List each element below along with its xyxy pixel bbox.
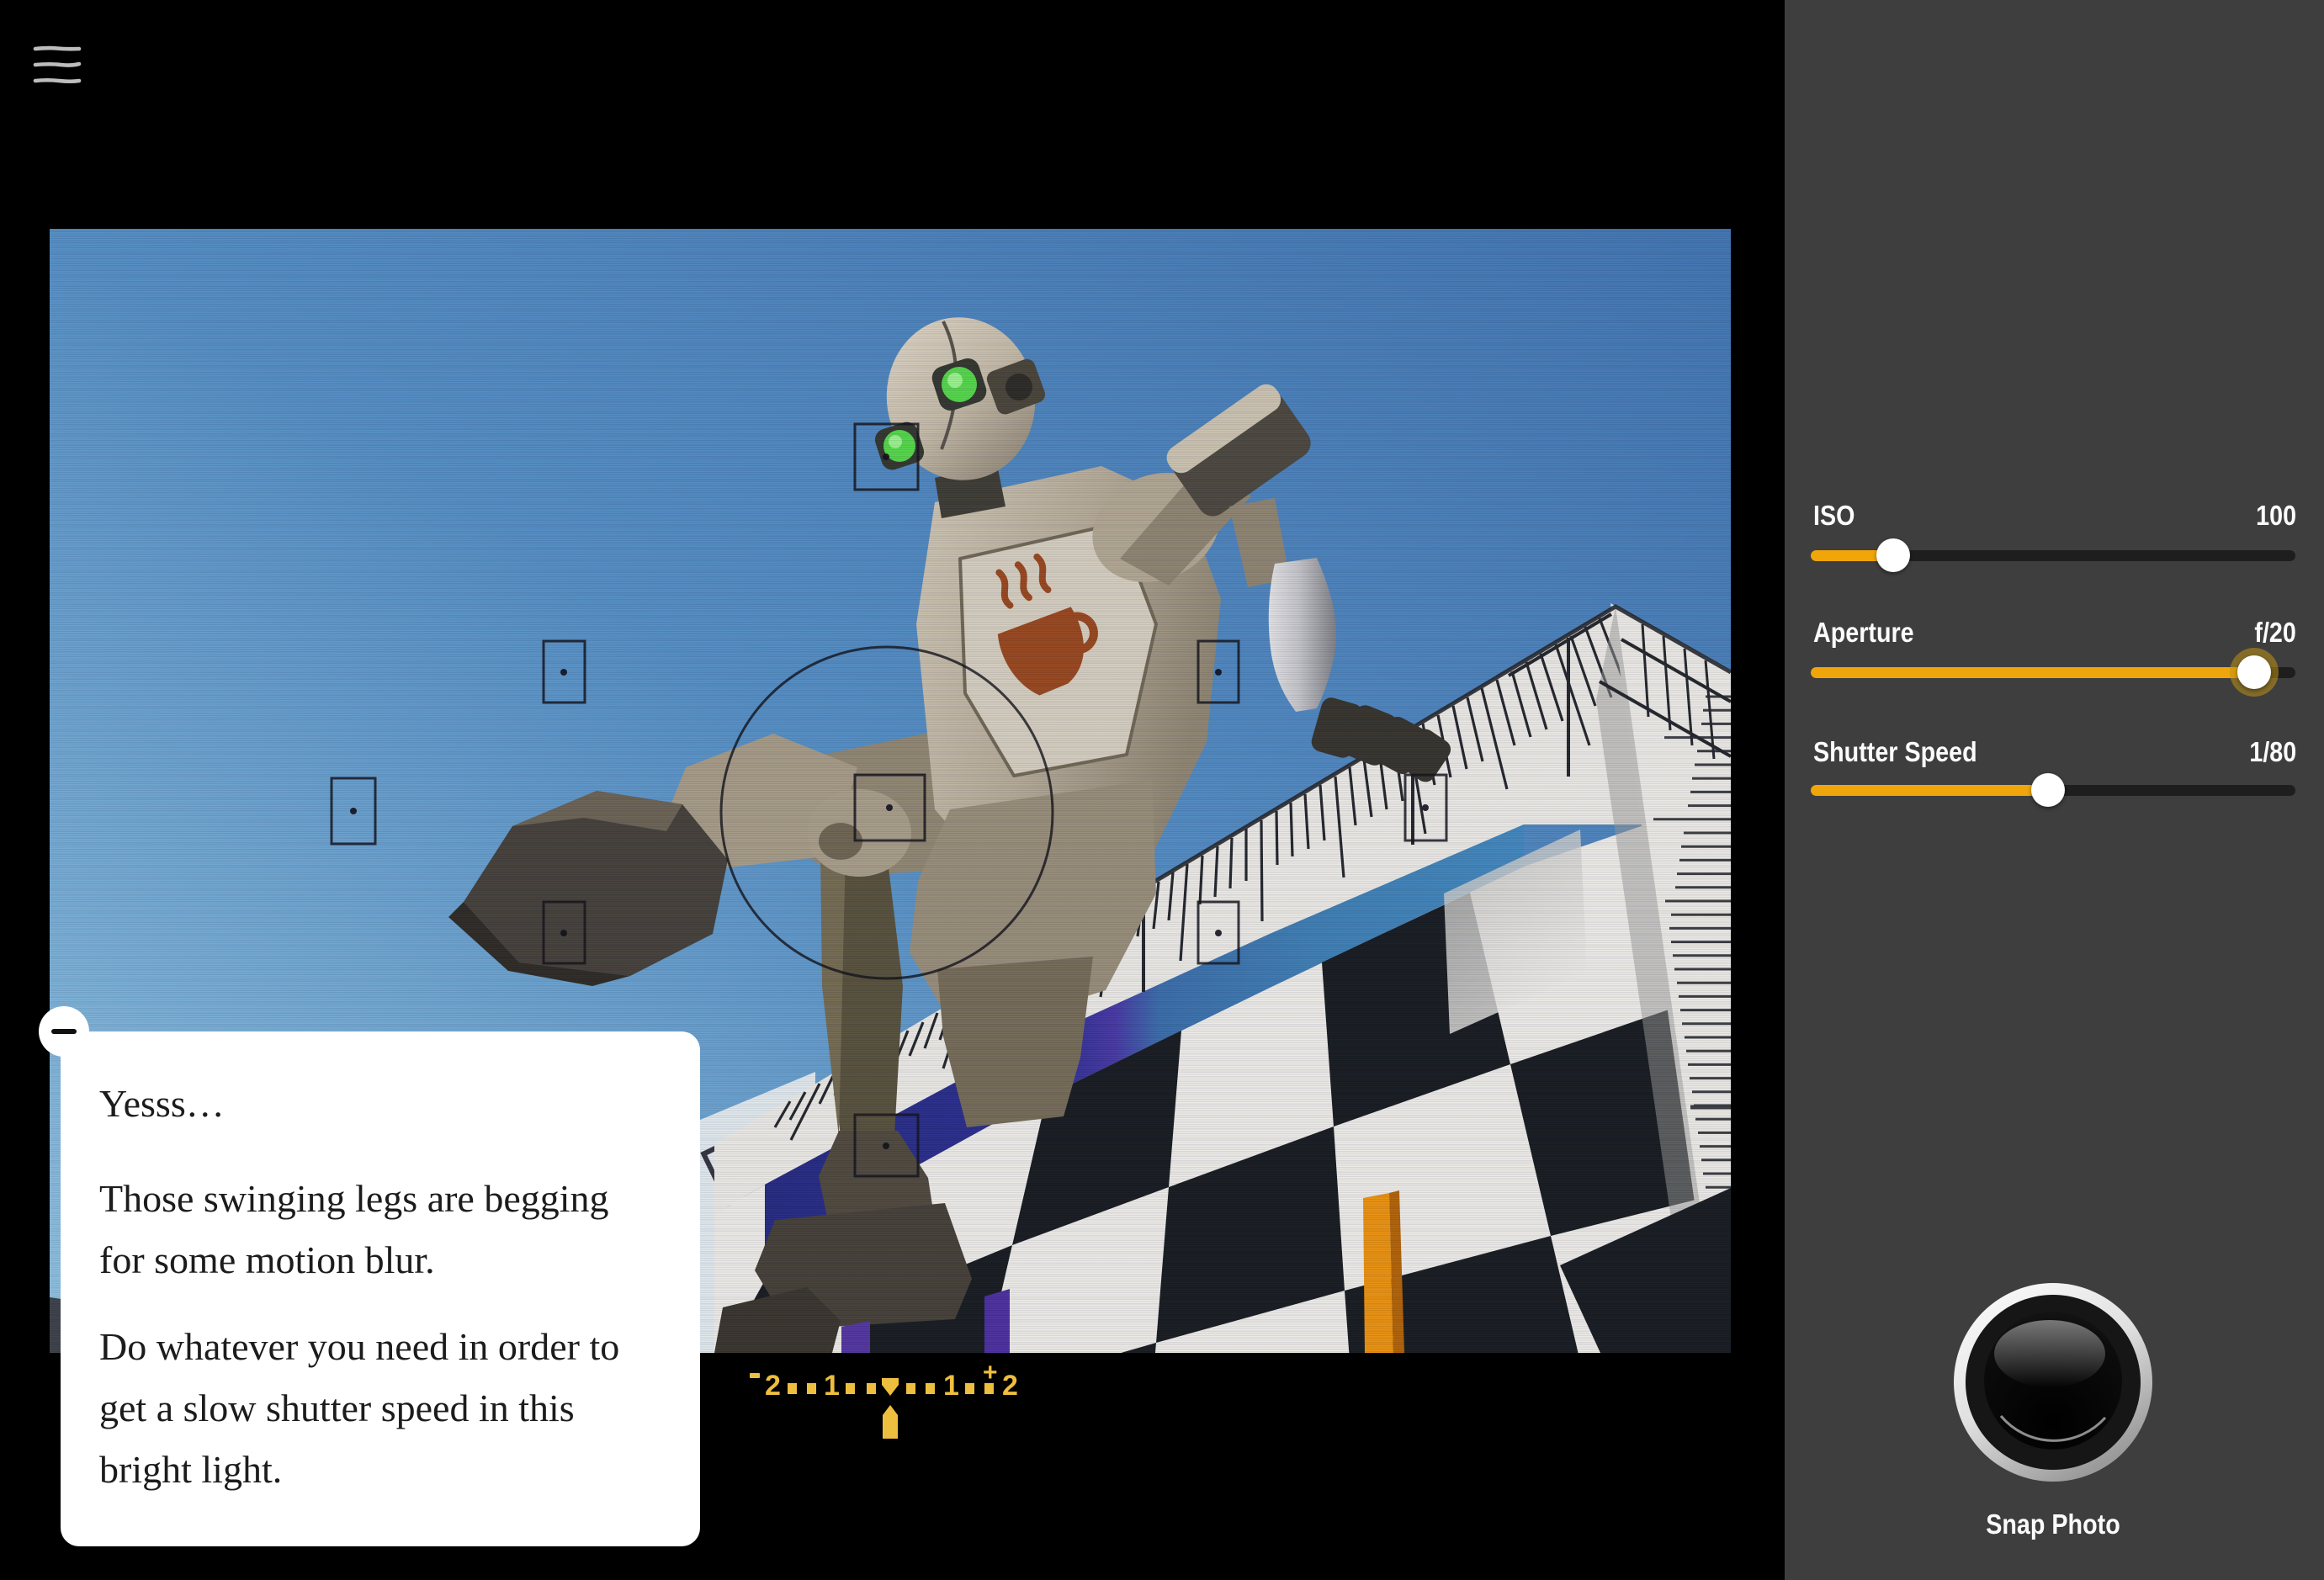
svg-text:+: +: [983, 1359, 998, 1386]
svg-text:2: 2: [1002, 1370, 1018, 1402]
svg-text:1: 1: [943, 1370, 959, 1402]
svg-text:2: 2: [765, 1370, 781, 1402]
svg-text:1: 1: [824, 1370, 840, 1402]
